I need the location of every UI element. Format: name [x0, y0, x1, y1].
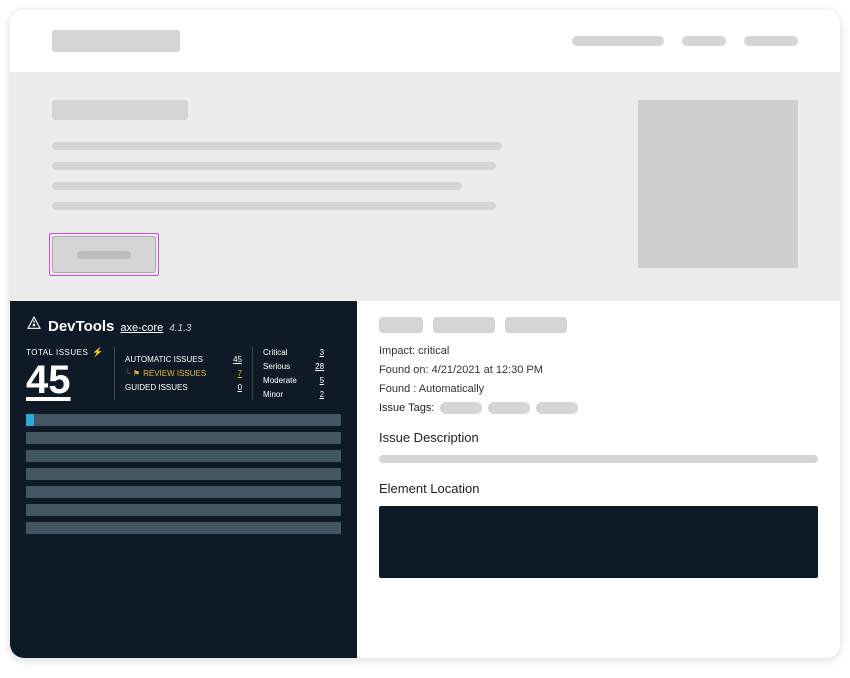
hero-text-placeholder — [52, 202, 496, 210]
issue-list — [26, 414, 341, 534]
found-on-line: Found on: 4/21/2021 at 12:30 PM — [379, 364, 818, 376]
hero-title-placeholder — [52, 100, 188, 120]
issue-description-placeholder — [379, 455, 818, 463]
issue-tag-placeholder[interactable] — [536, 402, 578, 414]
found-method-line: Found : Automatically — [379, 383, 818, 395]
nav-items — [572, 36, 798, 46]
hero-section — [10, 72, 840, 301]
devtools-title: DevTools — [48, 318, 114, 335]
site-logo-placeholder — [52, 30, 180, 52]
element-location-code[interactable] — [379, 506, 818, 578]
severity-critical-row[interactable]: Critical 3 — [263, 348, 324, 357]
issue-list-item[interactable] — [26, 522, 341, 534]
issue-list-item[interactable] — [26, 504, 341, 516]
devtools-sidebar: DevTools axe-core 4.1.3 TOTAL ISSUES ⚡ 4… — [10, 301, 357, 658]
issue-tag-placeholder[interactable] — [488, 402, 530, 414]
devtools-stats: TOTAL ISSUES ⚡ 45 AUTOMATIC ISSUES 45 ⚑R… — [26, 347, 341, 400]
severity-serious-row[interactable]: Serious 28 — [263, 362, 324, 371]
total-issues-block: TOTAL ISSUES ⚡ 45 — [26, 347, 104, 400]
page-header — [10, 10, 840, 72]
hero-cta-button[interactable] — [52, 236, 156, 273]
issue-detail-panel: Impact: critical Found on: 4/21/2021 at … — [357, 301, 840, 658]
axecore-version: 4.1.3 — [169, 323, 191, 334]
issue-types-block: AUTOMATIC ISSUES 45 ⚑REVIEW ISSUES 7 GUI… — [114, 347, 242, 400]
impact-line: Impact: critical — [379, 345, 818, 357]
detail-action-row — [379, 317, 818, 333]
review-issues-row[interactable]: ⚑REVIEW ISSUES 7 — [125, 369, 242, 378]
hero-image-placeholder — [638, 100, 798, 268]
issue-list-item[interactable] — [26, 450, 341, 462]
issue-list-item[interactable] — [26, 468, 341, 480]
devtools-panel: DevTools axe-core 4.1.3 TOTAL ISSUES ⚡ 4… — [10, 301, 840, 658]
hero-text-placeholder — [52, 142, 502, 150]
issue-description-heading: Issue Description — [379, 430, 818, 445]
hero-text-placeholder — [52, 182, 462, 190]
bolt-icon: ⚡ — [92, 347, 104, 358]
issue-tags-row: Issue Tags: — [379, 402, 818, 414]
automatic-issues-row[interactable]: AUTOMATIC ISSUES 45 — [125, 355, 242, 364]
guided-issues-row[interactable]: GUIDED ISSUES 0 — [125, 383, 242, 392]
issue-tag-placeholder[interactable] — [440, 402, 482, 414]
issue-tags-label: Issue Tags: — [379, 402, 434, 414]
detail-pill-placeholder[interactable] — [505, 317, 567, 333]
severity-minor-row[interactable]: Minor 2 — [263, 390, 324, 399]
total-issues-count[interactable]: 45 — [26, 360, 104, 400]
issue-list-item[interactable] — [26, 414, 341, 426]
devtools-title-row: DevTools axe-core 4.1.3 — [26, 315, 341, 335]
total-issues-label: TOTAL ISSUES ⚡ — [26, 347, 104, 358]
nav-link-placeholder[interactable] — [572, 36, 664, 46]
detail-pill-placeholder[interactable] — [433, 317, 495, 333]
hero-text-placeholder — [52, 162, 496, 170]
detail-pill-placeholder[interactable] — [379, 317, 423, 333]
severity-moderate-row[interactable]: Moderate 5 — [263, 376, 324, 385]
issue-list-item[interactable] — [26, 486, 341, 498]
axecore-link[interactable]: axe-core — [120, 322, 163, 334]
issue-list-item[interactable] — [26, 432, 341, 444]
element-location-heading: Element Location — [379, 481, 818, 496]
nav-link-placeholder[interactable] — [682, 36, 726, 46]
button-label-placeholder — [77, 251, 131, 259]
hero-content — [52, 100, 598, 273]
nav-link-placeholder[interactable] — [744, 36, 798, 46]
flag-icon: ⚑ — [133, 369, 140, 378]
axe-logo-icon — [26, 315, 42, 331]
severity-block: Critical 3 Serious 28 Moderate 5 Minor 2 — [252, 347, 324, 400]
app-window: DevTools axe-core 4.1.3 TOTAL ISSUES ⚡ 4… — [10, 10, 840, 658]
